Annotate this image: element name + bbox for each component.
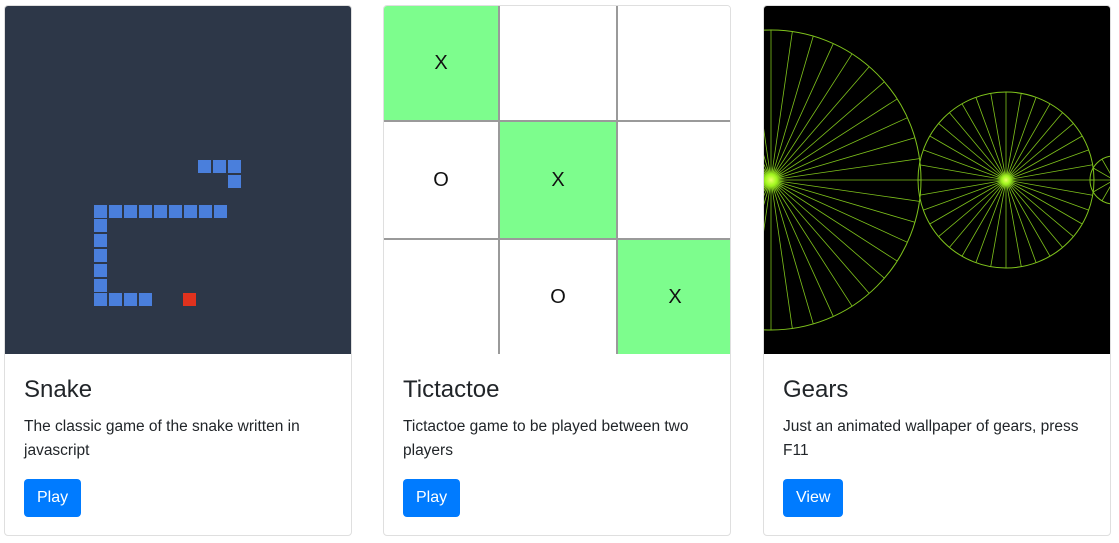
- snake-food: [183, 293, 196, 306]
- board-cell[interactable]: O: [384, 122, 500, 240]
- play-button[interactable]: Play: [24, 479, 82, 517]
- snake-segment: [228, 160, 241, 173]
- snake-segment: [139, 293, 152, 306]
- snake-segment: [214, 205, 227, 218]
- snake-segment: [94, 219, 107, 232]
- snake-segment: [124, 293, 137, 306]
- card-description: Tictactoe game to be played between two …: [403, 418, 689, 459]
- view-button[interactable]: View: [783, 479, 844, 517]
- gear: [764, 29, 922, 331]
- snake-segment: [94, 279, 107, 292]
- board-cell[interactable]: [384, 240, 500, 354]
- snake-segment: [94, 264, 107, 277]
- snake-segment: [124, 205, 137, 218]
- snake-segment: [228, 175, 241, 188]
- board-cell[interactable]: O: [500, 240, 618, 354]
- snake-segment: [94, 293, 107, 306]
- board-cell[interactable]: [618, 122, 730, 240]
- card-tictactoe: XOXOX Tictactoe Tictactoe game to be pla…: [383, 5, 731, 536]
- snake-segment: [94, 249, 107, 262]
- snake-thumbnail: [5, 6, 351, 354]
- snake-game-preview: [94, 160, 241, 306]
- tictactoe-thumbnail: XOXOX: [384, 6, 730, 354]
- card-title: Snake: [24, 376, 93, 403]
- gears-thumbnail: [764, 6, 1110, 354]
- snake-segment: [154, 205, 167, 218]
- board-cell[interactable]: X: [384, 6, 500, 122]
- board-cell[interactable]: X: [618, 240, 730, 354]
- gear: [1089, 155, 1110, 205]
- card-title: Tictactoe: [403, 376, 500, 403]
- card-description: Just an animated wallpaper of gears, pre…: [783, 418, 1079, 459]
- play-button[interactable]: Play: [403, 479, 461, 517]
- card-description: The classic game of the snake written in…: [24, 418, 300, 459]
- snake-segment: [213, 160, 226, 173]
- snake-segment: [109, 293, 122, 306]
- gear: [917, 91, 1095, 269]
- gears-wallpaper-preview: [764, 29, 1110, 331]
- snake-segment: [109, 205, 122, 218]
- snake-segment: [184, 205, 197, 218]
- card-title: Gears: [783, 376, 849, 403]
- card-gears: Gears Just an animated wallpaper of gear…: [763, 5, 1111, 536]
- snake-segment: [94, 205, 107, 218]
- snake-segment: [169, 205, 182, 218]
- snake-segment: [94, 234, 107, 247]
- snake-segment: [199, 205, 212, 218]
- snake-segment: [139, 205, 152, 218]
- board-cell[interactable]: [500, 6, 618, 122]
- snake-segment: [198, 160, 211, 173]
- board-cell[interactable]: X: [500, 122, 618, 240]
- board-cell[interactable]: [618, 6, 730, 122]
- card-snake: Snake The classic game of the snake writ…: [4, 5, 352, 536]
